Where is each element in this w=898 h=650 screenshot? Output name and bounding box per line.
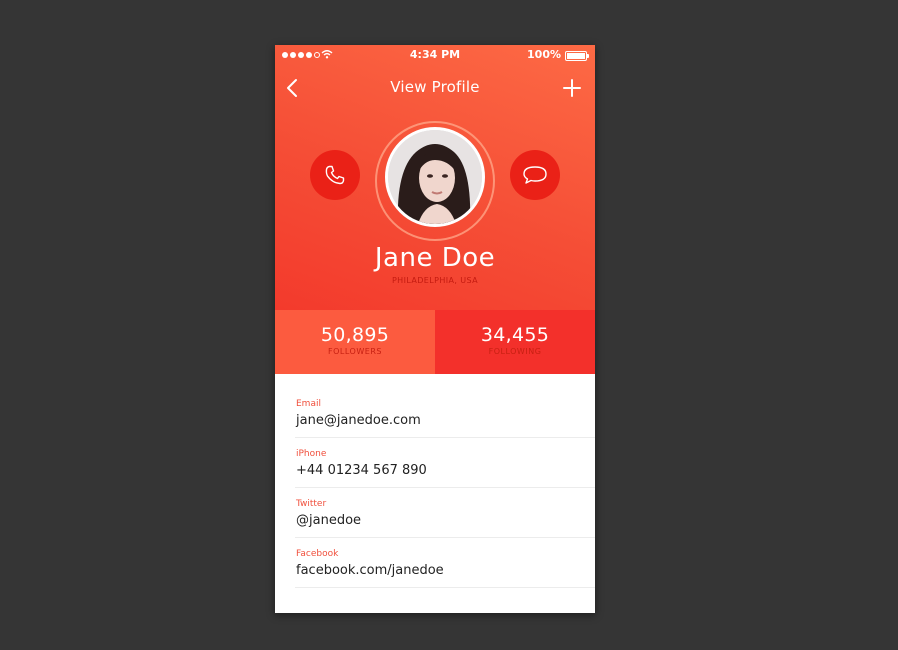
following-count: 34,455: [480, 324, 550, 346]
battery-percent: 100%: [527, 48, 561, 61]
contact-row-twitter[interactable]: Twitter @janedoe: [295, 488, 595, 538]
call-button[interactable]: [310, 150, 360, 200]
plus-icon: [563, 79, 581, 97]
contact-value: @janedoe: [296, 513, 362, 528]
phone-screen: 4:34 PM 100% View Profile Jane Doe PHILA…: [275, 45, 595, 613]
contact-label: iPhone: [296, 449, 327, 459]
add-button[interactable]: [561, 77, 583, 99]
page-title: View Profile: [390, 78, 480, 96]
contact-value: +44 01234 567 890: [296, 463, 427, 478]
contact-list: Email jane@janedoe.com iPhone +44 01234 …: [275, 388, 595, 588]
contact-value: jane@janedoe.com: [296, 413, 421, 428]
profile-header: 4:34 PM 100% View Profile Jane Doe PHILA…: [275, 45, 595, 310]
profile-location: PHILADELPHIA, USA: [391, 276, 479, 285]
contact-label: Twitter: [296, 499, 327, 509]
avatar: [385, 127, 485, 227]
battery-icon: [565, 51, 589, 61]
followers-count: 50,895: [320, 324, 390, 346]
message-button[interactable]: [510, 150, 560, 200]
status-bar: 4:34 PM 100%: [275, 45, 595, 65]
followers-label: FOLLOWERS: [328, 347, 382, 356]
contact-label: Facebook: [296, 549, 339, 559]
chat-bubble-icon: [523, 166, 547, 184]
contact-label: Email: [296, 399, 321, 409]
phone-icon: [325, 165, 345, 185]
contact-row-iphone[interactable]: iPhone +44 01234 567 890: [295, 438, 595, 488]
contact-row-email[interactable]: Email jane@janedoe.com: [295, 388, 595, 438]
followers-stat[interactable]: 50,895 FOLLOWERS: [275, 310, 435, 374]
profile-name: Jane Doe: [374, 243, 496, 273]
contact-row-facebook[interactable]: Facebook facebook.com/janedoe: [295, 538, 595, 588]
following-label: FOLLOWING: [488, 347, 542, 356]
contact-value: facebook.com/janedoe: [296, 563, 444, 578]
following-stat[interactable]: 34,455 FOLLOWING: [435, 310, 595, 374]
